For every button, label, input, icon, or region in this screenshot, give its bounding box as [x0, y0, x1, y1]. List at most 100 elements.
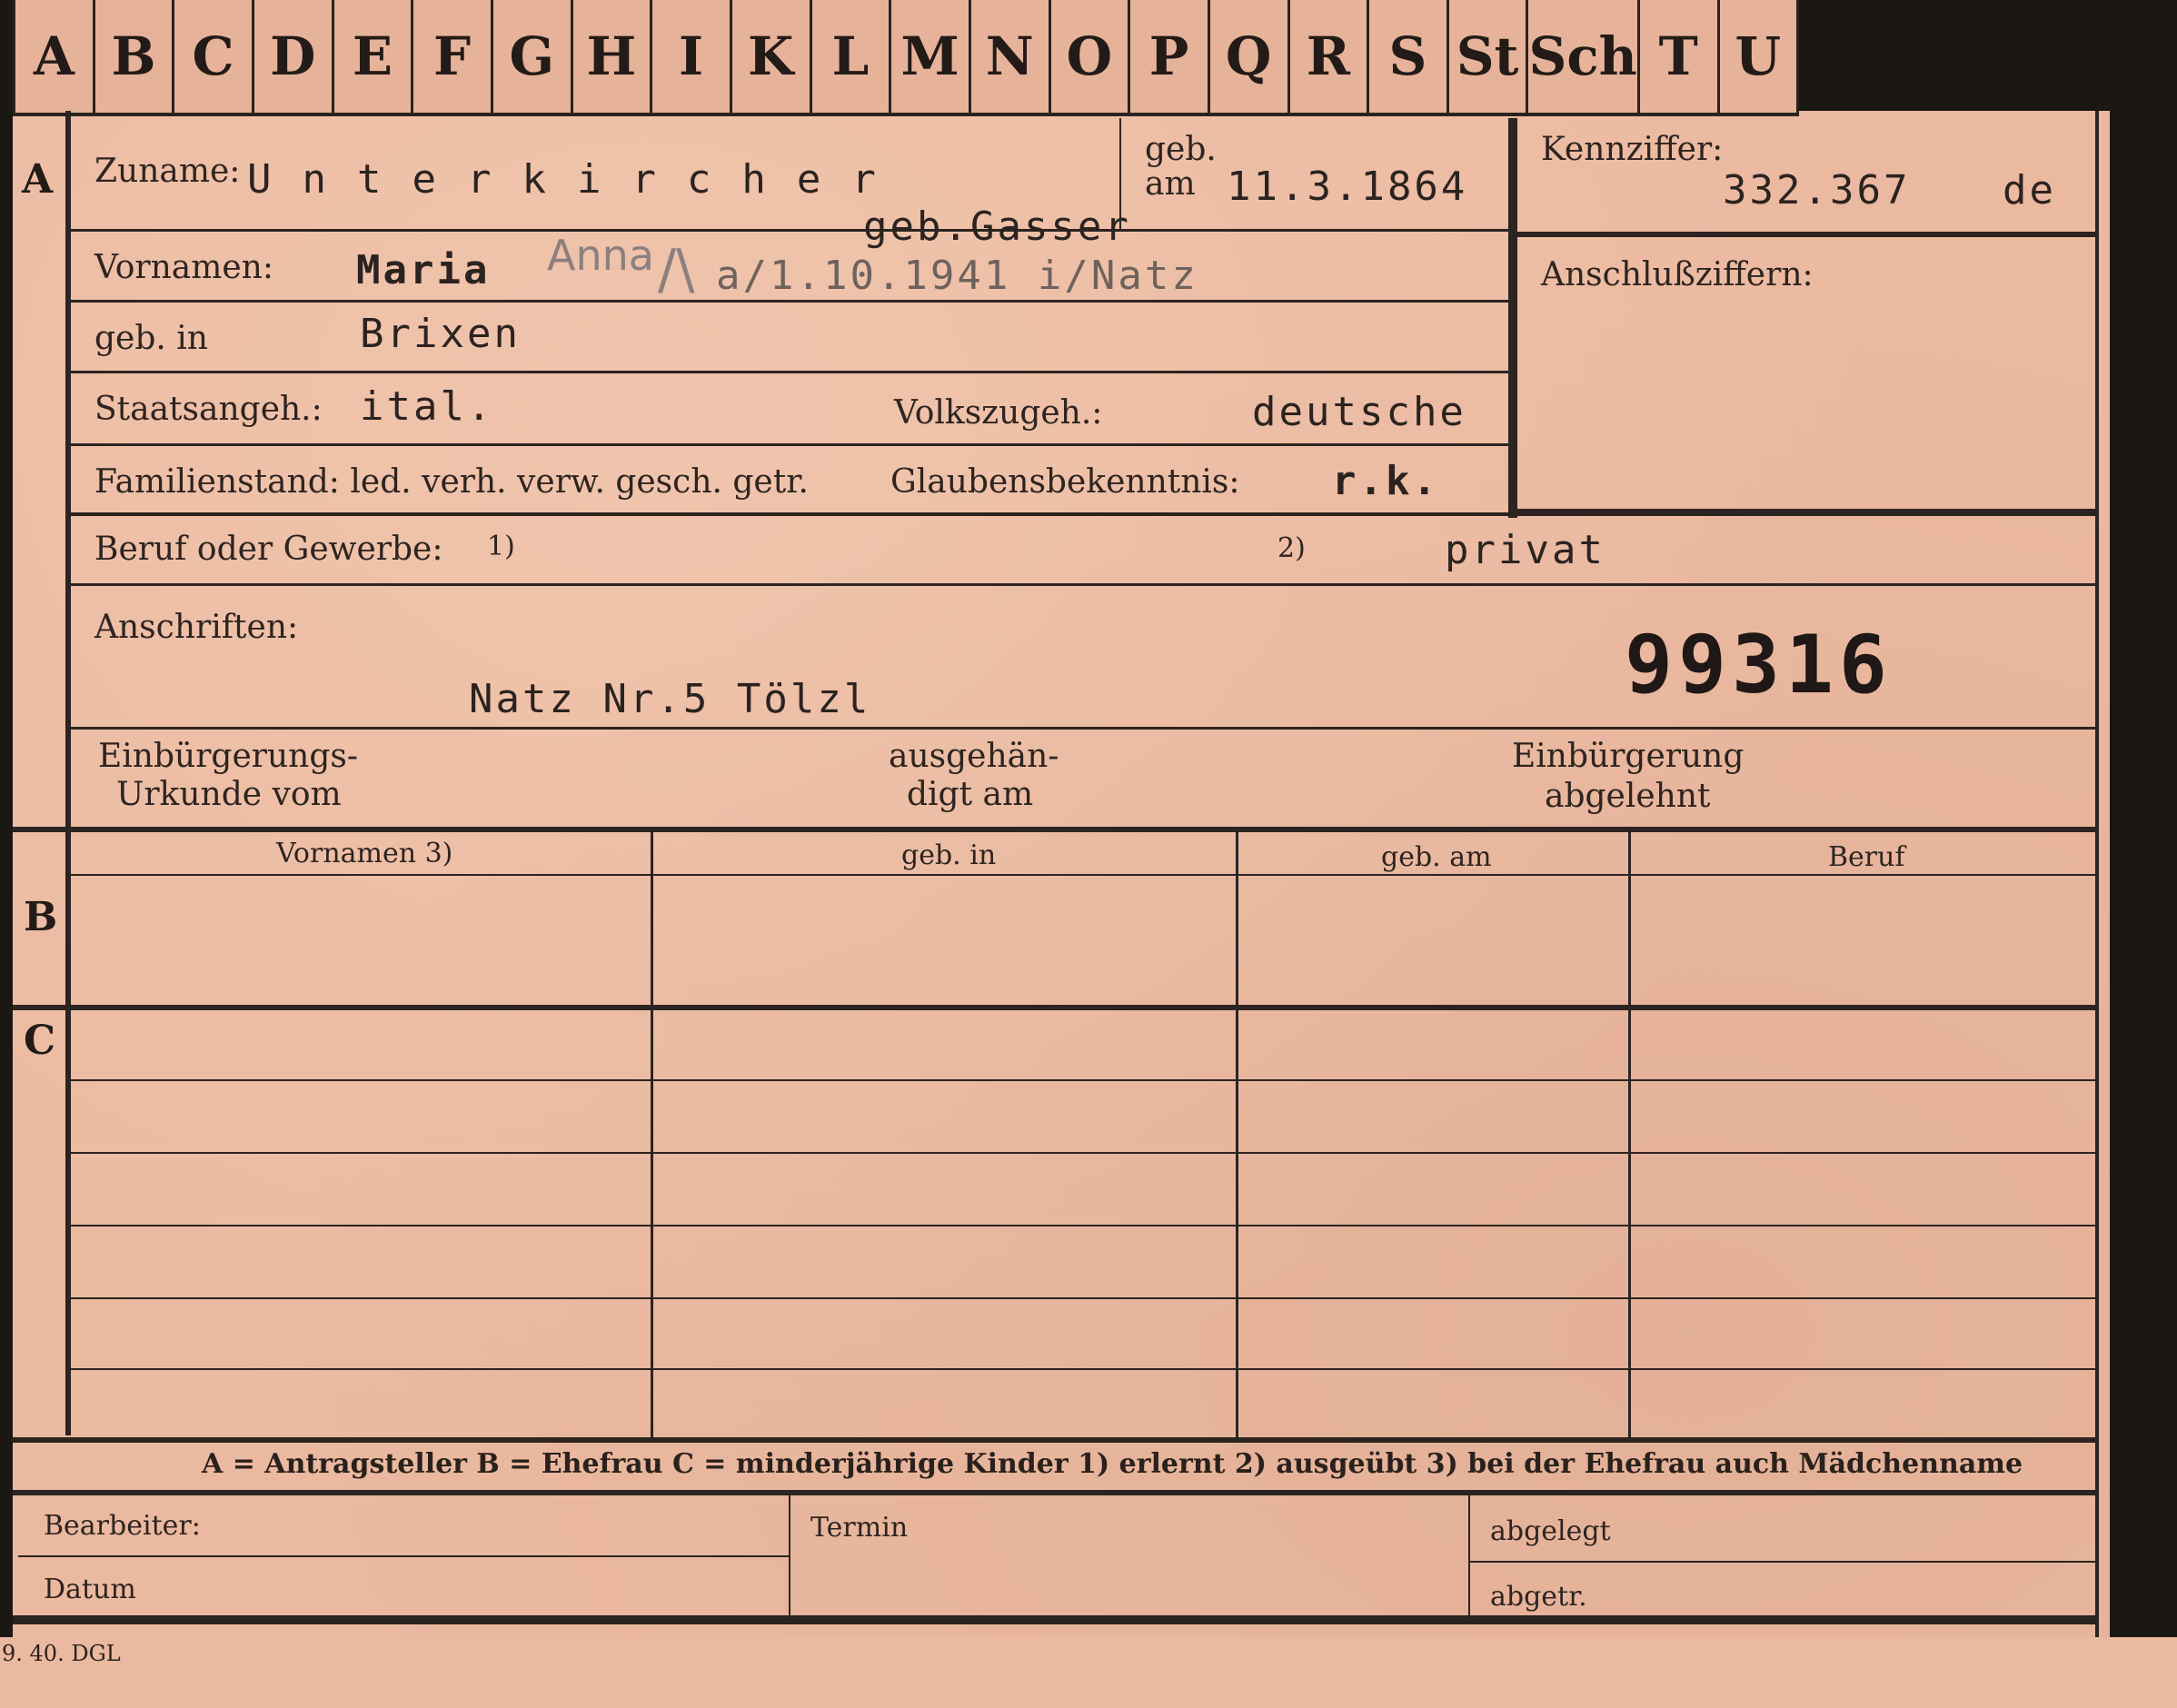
table-header-birthplace: geb. in — [901, 839, 997, 871]
index-tab-f: F — [413, 0, 493, 113]
table-row — [71, 1225, 2099, 1226]
table-bottom — [13, 1437, 2099, 1443]
card-lower-edge — [0, 1637, 2177, 1708]
clerk-label: Bearbeiter: — [44, 1510, 201, 1542]
index-tab-r: R — [1290, 0, 1370, 113]
first-name-pencil-note: Anna — [547, 231, 654, 280]
deadline-label: Termin — [810, 1512, 909, 1544]
left-margin-line — [65, 111, 71, 1435]
addresses-label: Anschriften: — [94, 609, 299, 646]
index-tab-i: I — [652, 0, 732, 113]
row-divider — [71, 300, 1508, 303]
index-tab-m: M — [891, 0, 971, 113]
naturalization-certificate-label-1: Einbürgerungs- — [98, 738, 359, 775]
index-tab-l: L — [812, 0, 892, 113]
marital-status-label: Familienstand: led. verh. verw. gesch. g… — [94, 463, 809, 501]
row-divider — [71, 371, 1508, 373]
row-divider — [71, 727, 2099, 730]
address-value: Natz Nr.5 Tölzl — [469, 676, 871, 722]
section-divider — [13, 1005, 2099, 1010]
index-tab-st: St — [1449, 0, 1529, 113]
column-divider — [1236, 832, 1238, 1437]
row-divider — [71, 583, 2099, 586]
section-divider — [13, 827, 2099, 832]
alphabet-index-tabs: A B C D E F G H I K L M N O P Q R S St Sch T U — [13, 0, 1800, 116]
occupation-label: Beruf oder Gewerbe: — [94, 531, 443, 568]
footnote-1-marker: 1) — [487, 531, 515, 562]
index-tab-a: A — [13, 0, 95, 113]
kennziffer-value: 332.367 — [1723, 167, 1911, 214]
footer-row-divider — [18, 1555, 789, 1557]
kennziffer-box-border — [1508, 118, 1517, 518]
surname-label: Zuname: — [94, 153, 241, 190]
date-label: Datum — [44, 1574, 136, 1605]
footer-row-divider — [1470, 1561, 2099, 1563]
occupation-value: privat — [1445, 527, 1605, 573]
section-c-marker: C — [24, 1018, 56, 1064]
naturalization-rejected-label-1: Einbürgerung — [1512, 738, 1745, 775]
first-names-label: Vornamen: — [94, 249, 273, 286]
footer-column-divider — [1468, 1495, 1470, 1617]
birth-date-label: geb. am — [1145, 131, 1217, 203]
religion-label: Glaubensbekenntnis: — [890, 463, 1240, 501]
index-tab-d: D — [254, 0, 334, 113]
ethnicity-value: deutsche — [1252, 389, 1466, 435]
ethnicity-label: Volkszugeh.: — [894, 394, 1103, 432]
kennziffer-box-bottom — [1517, 509, 2099, 516]
column-divider — [1628, 832, 1631, 1437]
table-row — [71, 1079, 2099, 1081]
birth-date-value: 11.3.1864 — [1227, 164, 1468, 210]
index-tab-q: Q — [1210, 0, 1290, 113]
legend-divider — [13, 1490, 2099, 1495]
table-header-divider — [71, 874, 2099, 876]
religion-value: r.k. — [1332, 458, 1439, 504]
citizenship-label: Staatsangeh.: — [94, 391, 323, 428]
table-header-first-names: Vornamen 3) — [276, 838, 453, 869]
card-bottom-border — [13, 1615, 2099, 1624]
row-divider — [71, 443, 1508, 446]
index-tab-p: P — [1130, 0, 1210, 113]
citizenship-value: ital. — [360, 383, 494, 430]
print-mark: 9. 40. DGL — [2, 1641, 121, 1666]
index-tab-sch: Sch — [1528, 0, 1640, 113]
maiden-name-value: geb.Gasser — [863, 204, 1131, 250]
legend-text: A = Antragsteller B = Ehefrau C = minder… — [202, 1448, 2023, 1480]
index-tab-g: G — [493, 0, 573, 113]
death-cross-mark: /\ — [658, 238, 695, 302]
index-tab-b: B — [95, 0, 175, 113]
birthplace-value: Brixen — [360, 311, 521, 357]
kennziffer-label: Kennziffer: — [1541, 131, 1724, 168]
index-tab-s: S — [1369, 0, 1449, 113]
case-number: 99316 — [1625, 618, 1893, 711]
index-tab-c: C — [174, 0, 254, 113]
death-note-value: a/1.10.1941 i/Natz — [716, 253, 1198, 299]
index-tab-n: N — [971, 0, 1051, 113]
table-row — [71, 1368, 2099, 1370]
naturalization-rejected-label-2: abgelehnt — [1545, 778, 1711, 815]
index-tab-o: O — [1051, 0, 1131, 113]
table-row — [71, 1297, 2099, 1299]
anschlussziffern-label: Anschlußziffern: — [1541, 256, 1814, 293]
handed-out-label-2: digt am — [907, 776, 1034, 813]
kennziffer-box-divider — [1517, 232, 2099, 237]
first-name-value: Maria — [356, 247, 491, 293]
index-tab-e: E — [334, 0, 414, 113]
table-header-birth-date: geb. am — [1381, 841, 1492, 873]
filed-label: abgelegt — [1490, 1515, 1611, 1547]
row-divider — [71, 229, 1508, 232]
birthplace-label: geb. in — [94, 320, 208, 357]
table-row — [71, 1152, 2099, 1154]
section-a-marker: A — [22, 156, 54, 203]
separated-label: abgetr. — [1490, 1581, 1587, 1613]
index-tab-h: H — [573, 0, 653, 113]
column-divider — [651, 832, 653, 1437]
naturalization-certificate-label-2: Urkunde vom — [116, 776, 342, 813]
surname-value: Unterkircher — [247, 156, 907, 203]
index-tab-u: U — [1720, 0, 1800, 113]
table-header-occupation: Beruf — [1828, 841, 1905, 873]
kennziffer-suffix: de — [2003, 167, 2056, 214]
footer-column-divider — [789, 1495, 790, 1617]
footnote-2-marker: 2) — [1277, 532, 1306, 564]
section-b-marker: B — [24, 894, 58, 940]
handed-out-label-1: ausgehän- — [889, 738, 1059, 775]
